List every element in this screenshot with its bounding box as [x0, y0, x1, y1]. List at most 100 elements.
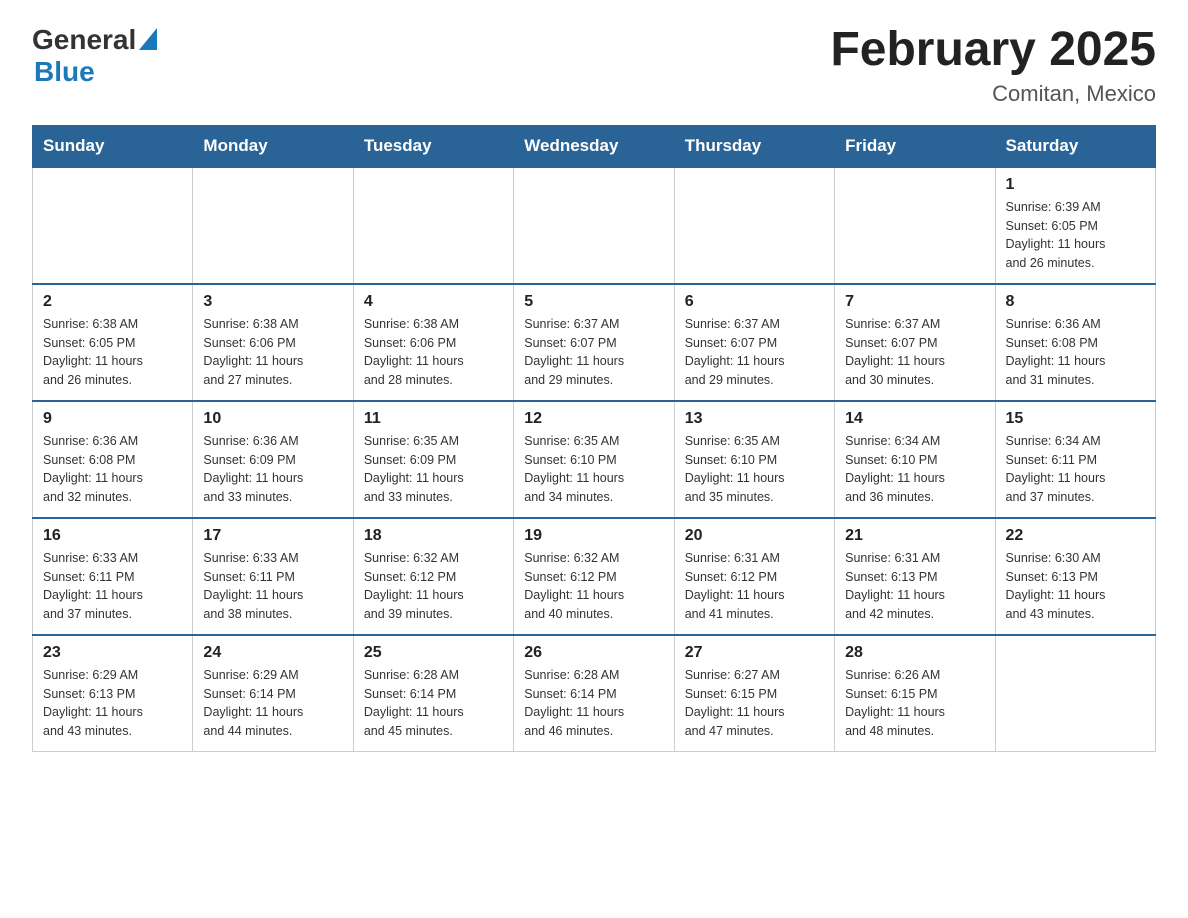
calendar-cell: 2 Sunrise: 6:38 AMSunset: 6:05 PMDaylight… — [33, 284, 193, 401]
day-info: Sunrise: 6:36 AMSunset: 6:09 PMDaylight:… — [203, 432, 342, 507]
day-info: Sunrise: 6:30 AMSunset: 6:13 PMDaylight:… — [1006, 549, 1145, 624]
logo: General Blue — [32, 24, 157, 88]
calendar-cell: 8Sunrise: 6:36 AMSunset: 6:08 PMDaylight… — [995, 284, 1155, 401]
day-number: 26 — [524, 644, 663, 662]
calendar-cell — [33, 167, 193, 284]
calendar-cell: 18 Sunrise: 6:32 AMSunset: 6:12 PMDayligh… — [353, 518, 513, 635]
calendar-cell: 1 Sunrise: 6:39 AMSunset: 6:05 PMDaylight… — [995, 167, 1155, 284]
calendar-header: SundayMondayTuesdayWednesdayThursdayFrid… — [33, 125, 1156, 167]
day-number: 4 — [364, 293, 503, 311]
calendar-cell: 19Sunrise: 6:32 AMSunset: 6:12 PMDayligh… — [514, 518, 674, 635]
day-info: Sunrise: 6:37 AMSunset: 6:07 PMDaylight:… — [685, 315, 824, 390]
day-info: Sunrise: 6:27 AMSunset: 6:15 PMDaylight:… — [685, 666, 824, 741]
day-info: Sunrise: 6:35 AMSunset: 6:10 PMDaylight:… — [685, 432, 824, 507]
calendar-cell: 28 Sunrise: 6:26 AMSunset: 6:15 PMDayligh… — [835, 635, 995, 752]
calendar-table: SundayMondayTuesdayWednesdayThursdayFrid… — [32, 125, 1156, 752]
day-info: Sunrise: 6:28 AMSunset: 6:14 PMDaylight:… — [364, 666, 503, 741]
day-number: 17 — [203, 527, 342, 545]
calendar-cell: 27Sunrise: 6:27 AMSunset: 6:15 PMDayligh… — [674, 635, 834, 752]
day-number: 21 — [845, 527, 984, 545]
day-number: 5 — [524, 293, 663, 311]
day-number: 2 — [43, 293, 182, 311]
day-info: Sunrise: 6:36 AMSunset: 6:08 PMDaylight:… — [43, 432, 182, 507]
weekday-thursday: Thursday — [674, 125, 834, 167]
calendar-cell: 16 Sunrise: 6:33 AMSunset: 6:11 PMDayligh… — [33, 518, 193, 635]
calendar-cell: 5Sunrise: 6:37 AMSunset: 6:07 PMDaylight… — [514, 284, 674, 401]
logo-general-text: General — [32, 24, 136, 56]
day-number: 14 — [845, 410, 984, 428]
month-year-title: February 2025 — [830, 24, 1156, 77]
day-number: 9 — [43, 410, 182, 428]
calendar-cell: 4Sunrise: 6:38 AMSunset: 6:06 PMDaylight… — [353, 284, 513, 401]
weekday-friday: Friday — [835, 125, 995, 167]
page-header: General Blue February 2025 Comitan, Mexi… — [32, 24, 1156, 107]
title-block: February 2025 Comitan, Mexico — [830, 24, 1156, 107]
calendar-cell: 10 Sunrise: 6:36 AMSunset: 6:09 PMDayligh… — [193, 401, 353, 518]
week-row-4: 16 Sunrise: 6:33 AMSunset: 6:11 PMDayligh… — [33, 518, 1156, 635]
weekday-tuesday: Tuesday — [353, 125, 513, 167]
calendar-cell: 3 Sunrise: 6:38 AMSunset: 6:06 PMDaylight… — [193, 284, 353, 401]
day-info: Sunrise: 6:36 AMSunset: 6:08 PMDaylight:… — [1006, 315, 1145, 390]
calendar-cell: 13 Sunrise: 6:35 AMSunset: 6:10 PMDayligh… — [674, 401, 834, 518]
day-number: 13 — [685, 410, 824, 428]
calendar-cell — [514, 167, 674, 284]
day-info: Sunrise: 6:35 AMSunset: 6:10 PMDaylight:… — [524, 432, 663, 507]
day-info: Sunrise: 6:28 AMSunset: 6:14 PMDaylight:… — [524, 666, 663, 741]
calendar-cell: 12 Sunrise: 6:35 AMSunset: 6:10 PMDayligh… — [514, 401, 674, 518]
day-info: Sunrise: 6:34 AMSunset: 6:10 PMDaylight:… — [845, 432, 984, 507]
day-info: Sunrise: 6:37 AMSunset: 6:07 PMDaylight:… — [845, 315, 984, 390]
day-number: 16 — [43, 527, 182, 545]
calendar-cell: 26 Sunrise: 6:28 AMSunset: 6:14 PMDayligh… — [514, 635, 674, 752]
calendar-cell: 7 Sunrise: 6:37 AMSunset: 6:07 PMDaylight… — [835, 284, 995, 401]
calendar-cell: 11 Sunrise: 6:35 AMSunset: 6:09 PMDayligh… — [353, 401, 513, 518]
calendar-cell — [674, 167, 834, 284]
day-number: 18 — [364, 527, 503, 545]
week-row-2: 2 Sunrise: 6:38 AMSunset: 6:05 PMDaylight… — [33, 284, 1156, 401]
day-number: 7 — [845, 293, 984, 311]
calendar-cell: 25Sunrise: 6:28 AMSunset: 6:14 PMDayligh… — [353, 635, 513, 752]
calendar-cell — [995, 635, 1155, 752]
day-number: 11 — [364, 410, 503, 428]
day-info: Sunrise: 6:33 AMSunset: 6:11 PMDaylight:… — [43, 549, 182, 624]
calendar-cell: 9 Sunrise: 6:36 AMSunset: 6:08 PMDaylight… — [33, 401, 193, 518]
weekday-header-row: SundayMondayTuesdayWednesdayThursdayFrid… — [33, 125, 1156, 167]
calendar-cell: 24Sunrise: 6:29 AMSunset: 6:14 PMDayligh… — [193, 635, 353, 752]
calendar-body: 1 Sunrise: 6:39 AMSunset: 6:05 PMDaylight… — [33, 167, 1156, 752]
day-number: 20 — [685, 527, 824, 545]
day-number: 23 — [43, 644, 182, 662]
day-number: 3 — [203, 293, 342, 311]
day-number: 10 — [203, 410, 342, 428]
logo-blue-text: Blue — [34, 56, 95, 87]
day-info: Sunrise: 6:33 AMSunset: 6:11 PMDaylight:… — [203, 549, 342, 624]
weekday-monday: Monday — [193, 125, 353, 167]
day-info: Sunrise: 6:39 AMSunset: 6:05 PMDaylight:… — [1006, 198, 1145, 273]
day-info: Sunrise: 6:26 AMSunset: 6:15 PMDaylight:… — [845, 666, 984, 741]
day-number: 22 — [1006, 527, 1145, 545]
location-subtitle: Comitan, Mexico — [830, 81, 1156, 107]
logo-triangle-icon — [139, 28, 157, 55]
day-info: Sunrise: 6:38 AMSunset: 6:05 PMDaylight:… — [43, 315, 182, 390]
calendar-cell: 20Sunrise: 6:31 AMSunset: 6:12 PMDayligh… — [674, 518, 834, 635]
day-number: 1 — [1006, 176, 1145, 194]
calendar-cell: 15Sunrise: 6:34 AMSunset: 6:11 PMDayligh… — [995, 401, 1155, 518]
day-info: Sunrise: 6:34 AMSunset: 6:11 PMDaylight:… — [1006, 432, 1145, 507]
day-number: 6 — [685, 293, 824, 311]
calendar-cell — [193, 167, 353, 284]
calendar-cell — [353, 167, 513, 284]
day-info: Sunrise: 6:31 AMSunset: 6:13 PMDaylight:… — [845, 549, 984, 624]
week-row-5: 23 Sunrise: 6:29 AMSunset: 6:13 PMDayligh… — [33, 635, 1156, 752]
day-number: 24 — [203, 644, 342, 662]
day-number: 28 — [845, 644, 984, 662]
calendar-cell: 22 Sunrise: 6:30 AMSunset: 6:13 PMDayligh… — [995, 518, 1155, 635]
calendar-cell — [835, 167, 995, 284]
weekday-sunday: Sunday — [33, 125, 193, 167]
day-info: Sunrise: 6:32 AMSunset: 6:12 PMDaylight:… — [364, 549, 503, 624]
day-number: 12 — [524, 410, 663, 428]
calendar-cell: 17 Sunrise: 6:33 AMSunset: 6:11 PMDayligh… — [193, 518, 353, 635]
day-info: Sunrise: 6:35 AMSunset: 6:09 PMDaylight:… — [364, 432, 503, 507]
week-row-3: 9 Sunrise: 6:36 AMSunset: 6:08 PMDaylight… — [33, 401, 1156, 518]
week-row-1: 1 Sunrise: 6:39 AMSunset: 6:05 PMDaylight… — [33, 167, 1156, 284]
day-info: Sunrise: 6:38 AMSunset: 6:06 PMDaylight:… — [203, 315, 342, 390]
day-info: Sunrise: 6:29 AMSunset: 6:13 PMDaylight:… — [43, 666, 182, 741]
calendar-cell: 21 Sunrise: 6:31 AMSunset: 6:13 PMDayligh… — [835, 518, 995, 635]
